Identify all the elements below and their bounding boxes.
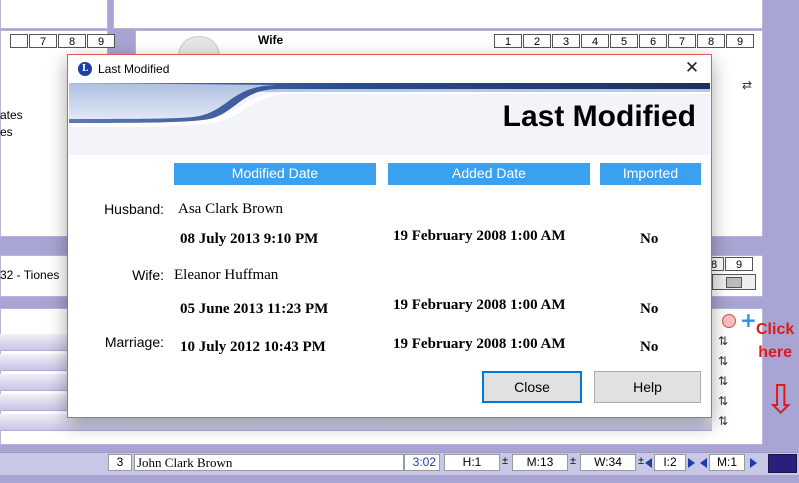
husband-modified-date: 08 July 2013 9:10 PM xyxy=(180,231,319,247)
status-time: 3:02 xyxy=(404,454,440,471)
column-header-modified: Modified Date xyxy=(174,163,376,185)
dialog-titlebar[interactable]: L Last Modified ✕ xyxy=(68,55,711,83)
close-button[interactable]: Close xyxy=(482,371,582,403)
marriage-panel-text: 32 - Tiones xyxy=(0,268,60,282)
number-cell[interactable]: 8 xyxy=(58,34,86,48)
number-cell[interactable]: 5 xyxy=(610,34,638,48)
click-here-annotation: Click here xyxy=(756,318,794,364)
last-modified-indicator[interactable] xyxy=(768,454,797,473)
swap-icon[interactable]: ⇅ xyxy=(718,394,728,408)
number-cell[interactable]: 9 xyxy=(725,257,753,271)
left-panel-text-1: ates xyxy=(0,108,23,122)
next-arrow-icon[interactable] xyxy=(688,458,695,468)
number-cell[interactable]: 1 xyxy=(494,34,522,48)
column-header-added: Added Date xyxy=(388,163,590,185)
status-person[interactable]: John Clark Brown xyxy=(134,454,404,471)
number-cell[interactable]: 7 xyxy=(29,34,57,48)
wife-label: Wife: xyxy=(132,267,164,283)
prev-arrow-icon[interactable] xyxy=(700,458,707,468)
add-child-icon[interactable]: + xyxy=(740,310,757,330)
husband-added-date: 19 February 2008 1:00 AM xyxy=(393,228,566,244)
status-pm-1[interactable]: ± xyxy=(502,455,508,467)
annotation-line-2: here xyxy=(758,344,793,361)
number-cell[interactable]: 7 xyxy=(668,34,696,48)
status-h: H:1 xyxy=(444,454,500,471)
wife-added-date: 19 February 2008 1:00 AM xyxy=(393,297,566,313)
last-modified-dialog: L Last Modified ✕ Last Modified Modified… xyxy=(67,54,712,418)
swap-icon[interactable]: ⇅ xyxy=(718,334,728,348)
status-pm-2[interactable]: ± xyxy=(570,455,576,467)
marriage-added-date: 19 February 2008 1:00 AM xyxy=(393,336,566,352)
status-m2: M:1 xyxy=(709,454,745,471)
remove-child-icon[interactable] xyxy=(722,314,736,328)
number-cell[interactable]: 9 xyxy=(87,34,115,48)
annotation-line-1: Click xyxy=(756,321,795,338)
swap-icon[interactable]: ⇄ xyxy=(742,78,752,92)
number-cell[interactable]: 8 xyxy=(697,34,725,48)
number-cell[interactable]: 4 xyxy=(581,34,609,48)
top-right-panel xyxy=(113,0,763,29)
wife-imported: No xyxy=(640,301,659,317)
swap-icon[interactable]: ⇅ xyxy=(718,414,728,428)
close-icon[interactable]: ✕ xyxy=(681,58,703,78)
husband-imported: No xyxy=(640,231,659,247)
number-cell[interactable]: 3 xyxy=(552,34,580,48)
husband-number-row: 7 8 9 xyxy=(10,34,116,48)
swap-icon[interactable]: ⇅ xyxy=(718,374,728,388)
wife-name: Eleanor Huffman xyxy=(174,267,279,283)
number-cell[interactable]: 2 xyxy=(523,34,551,48)
status-m: M:13 xyxy=(512,454,568,471)
dialog-banner: Last Modified xyxy=(69,83,710,155)
app-logo-icon: L xyxy=(78,62,92,76)
marriage-imported: No xyxy=(640,339,659,355)
number-cell[interactable]: 9 xyxy=(726,34,754,48)
status-i: I:2 xyxy=(654,454,686,471)
husband-name: Asa Clark Brown xyxy=(178,201,283,217)
number-cell[interactable] xyxy=(10,34,28,48)
top-left-panel xyxy=(0,0,108,29)
wife-panel-label: Wife xyxy=(258,33,284,47)
swap-icon[interactable]: ⇅ xyxy=(718,354,728,368)
husband-label: Husband: xyxy=(104,201,164,217)
left-panel-text-2: es xyxy=(0,125,13,139)
marriage-modified-date: 10 July 2012 10:43 PM xyxy=(180,339,326,355)
wife-modified-date: 05 June 2013 11:23 PM xyxy=(180,301,329,317)
status-pm-3[interactable]: ± xyxy=(638,455,644,467)
window-title: Last Modified xyxy=(98,62,170,76)
banner-title: Last Modified xyxy=(502,100,696,133)
image-button[interactable] xyxy=(712,274,756,290)
wife-number-row: 1 2 3 4 5 6 7 8 9 xyxy=(494,34,755,48)
number-cell[interactable]: 6 xyxy=(639,34,667,48)
next-arrow-icon[interactable] xyxy=(750,458,757,468)
status-count: 3 xyxy=(108,454,132,471)
column-header-imported: Imported xyxy=(600,163,701,185)
prev-arrow-icon[interactable] xyxy=(645,458,652,468)
down-arrow-icon: ⇩ xyxy=(764,377,798,423)
picture-icon xyxy=(726,277,742,288)
status-w: W:34 xyxy=(580,454,636,471)
marriage-label: Marriage: xyxy=(104,334,164,350)
help-button[interactable]: Help xyxy=(594,371,701,403)
